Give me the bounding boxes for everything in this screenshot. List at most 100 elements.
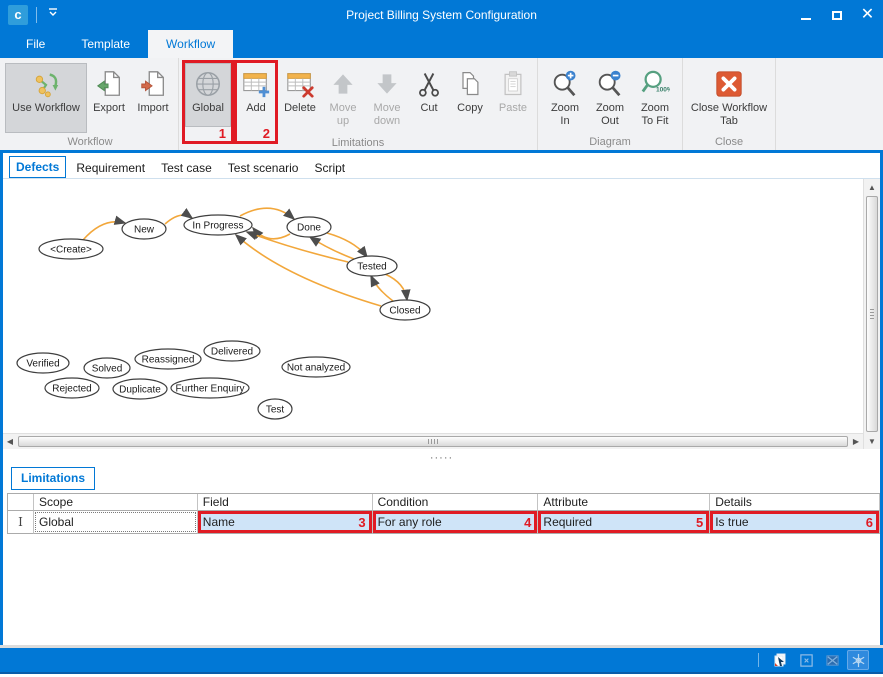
cut-button[interactable]: Cut [410, 63, 448, 133]
diagram-node-closed[interactable]: Closed [380, 300, 430, 320]
ribbon-group-label-diagram: Diagram [541, 135, 679, 150]
scroll-right-icon[interactable]: ▶ [849, 434, 863, 449]
workflow-diagram-canvas[interactable]: <Create> New In Progress Done Tested Closed Ve… [3, 179, 863, 433]
mail-x-icon[interactable] [821, 650, 843, 670]
ribbon-group-workflow: Use Workflow Export [2, 58, 179, 150]
vertical-scroll-thumb[interactable] [866, 196, 878, 432]
main-content: Defects Requirement Test case Test scena… [0, 153, 883, 645]
use-workflow-button[interactable]: Use Workflow [5, 63, 87, 133]
diagram-node-verified[interactable]: Verified [17, 353, 69, 373]
minimize-button[interactable] [790, 0, 821, 30]
table-delete-icon [285, 66, 315, 102]
diagram-edge-closed-tested[interactable] [371, 276, 393, 301]
diagram-node-delivered[interactable]: Delivered [204, 341, 260, 361]
menu-tab-workflow[interactable]: Workflow [148, 30, 233, 58]
diagram-node-inprogress[interactable]: In Progress [184, 215, 252, 235]
header-condition[interactable]: Condition [373, 494, 539, 511]
diagram-node-test[interactable]: Test [258, 399, 292, 419]
tab-test-scenario[interactable]: Test scenario [222, 158, 305, 178]
diagram-node-label: <Create> [50, 245, 92, 256]
move-down-button[interactable]: Move down [364, 63, 410, 133]
diagram-edge-done-tested[interactable] [327, 233, 367, 257]
tab-script[interactable]: Script [308, 158, 351, 178]
diagram-edge-create-new[interactable] [83, 222, 125, 240]
row-indicator[interactable]: I [8, 511, 34, 534]
cell-details[interactable]: Is true 6 [710, 511, 880, 534]
cell-field-value: Name [203, 515, 235, 529]
menu-tab-file[interactable]: File [8, 30, 63, 58]
zoom-out-button[interactable]: Zoom Out [589, 63, 631, 133]
panel-splitter[interactable]: ····· [3, 449, 880, 467]
vertical-scrollbar[interactable]: ▲ ▼ [863, 179, 880, 449]
diagram-edge-tested-closed[interactable] [385, 274, 407, 300]
scroll-up-icon[interactable]: ▲ [864, 179, 880, 195]
cell-details-value: Is true [715, 515, 748, 529]
zoom-to-fit-button[interactable]: 100% Zoom To Fit [631, 63, 679, 133]
paste-label: Paste [499, 102, 527, 115]
header-field[interactable]: Field [198, 494, 373, 511]
header-row-selector[interactable] [8, 494, 34, 511]
horizontal-scrollbar[interactable]: ◀ ▶ [3, 433, 863, 449]
zoom-to-fit-label: Zoom To Fit [635, 102, 675, 128]
scroll-down-icon[interactable]: ▼ [864, 433, 880, 449]
menu-tab-template[interactable]: Template [63, 30, 148, 58]
cell-attribute[interactable]: Required 5 [538, 511, 710, 534]
delete-button[interactable]: Delete [278, 63, 322, 133]
close-workflow-tab-button[interactable]: Close Workflow Tab [686, 63, 772, 133]
diagram-node-duplicate[interactable]: Duplicate [113, 379, 167, 399]
add-button[interactable]: Add [237, 63, 275, 127]
diagram-node-label: Closed [389, 306, 420, 317]
close-icon: ✕ [861, 7, 874, 23]
annotation-box-2: Add 2 [234, 60, 278, 144]
splitter-grip: ····· [430, 454, 453, 462]
snowflake-icon[interactable] [847, 650, 869, 670]
diagram-node-notanalyzed[interactable]: Not analyzed [282, 357, 350, 377]
move-up-button[interactable]: Move up [322, 63, 364, 133]
workflow-icon [31, 66, 61, 102]
diagram-node-solved[interactable]: Solved [84, 358, 130, 378]
tab-limitations[interactable]: Limitations [11, 467, 95, 490]
import-button[interactable]: Import [131, 63, 175, 133]
header-attribute[interactable]: Attribute [538, 494, 710, 511]
horizontal-scroll-thumb[interactable] [18, 436, 848, 447]
cell-condition[interactable]: For any role 4 [373, 511, 539, 534]
frame-x-icon[interactable] [795, 650, 817, 670]
header-scope[interactable]: Scope [34, 494, 198, 511]
copy-button[interactable]: Copy [448, 63, 492, 133]
status-bar [0, 648, 883, 674]
close-workflow-tab-label: Close Workflow Tab [690, 102, 768, 128]
limitations-panel: Limitations Scope Field Condition Attrib… [3, 467, 880, 534]
tab-defects[interactable]: Defects [9, 156, 66, 178]
use-workflow-label: Use Workflow [12, 102, 80, 115]
annotation-number-4: 4 [524, 515, 531, 530]
scroll-left-icon[interactable]: ◀ [3, 434, 17, 449]
maximize-button[interactable] [821, 0, 852, 30]
annotation-number-5: 5 [696, 515, 703, 530]
diagram-edge-done-inprogress[interactable] [253, 228, 290, 239]
ribbon-group-close: Close Workflow Tab Close [683, 58, 776, 150]
zoom-in-button[interactable]: Zoom In [541, 63, 589, 133]
cell-field[interactable]: Name 3 [198, 511, 373, 534]
diagram-node-new[interactable]: New [122, 219, 166, 239]
diagram-node-reassigned[interactable]: Reassigned [135, 349, 201, 369]
export-button[interactable]: Export [87, 63, 131, 133]
diagram-edge-inprogress-done[interactable] [240, 208, 294, 219]
global-button[interactable]: Global [185, 63, 231, 127]
move-up-label: Move up [326, 102, 360, 128]
diagram-node-rejected[interactable]: Rejected [45, 378, 99, 398]
diagram-node-label: Reassigned [142, 355, 195, 366]
header-details[interactable]: Details [710, 494, 880, 511]
diagram-node-furtherenquiry[interactable]: Further Enquiry [171, 378, 249, 398]
cell-scope[interactable]: Global [34, 511, 198, 534]
pages-cursor-icon[interactable] [769, 650, 791, 670]
close-button[interactable]: ✕ [852, 0, 883, 30]
zoom-in-icon [550, 66, 580, 102]
tab-requirement[interactable]: Requirement [70, 158, 151, 178]
diagram-node-create[interactable]: <Create> [39, 239, 103, 259]
diagram-node-label: New [134, 225, 155, 236]
tab-test-case[interactable]: Test case [155, 158, 218, 178]
diagram-node-tested[interactable]: Tested [347, 256, 397, 276]
zoom-out-icon [595, 66, 625, 102]
paste-button[interactable]: Paste [492, 63, 534, 133]
diagram-node-done[interactable]: Done [287, 217, 331, 237]
